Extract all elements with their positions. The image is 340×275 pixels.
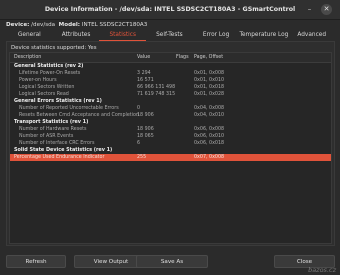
table-group-row[interactable]: General Errors Statistics (rev 1) xyxy=(10,98,331,105)
close-window-icon[interactable]: ✕ xyxy=(321,4,332,15)
tab-error-log[interactable]: Error Log xyxy=(193,29,240,41)
cell-value: 18 906 xyxy=(137,113,154,118)
cell-description: Number of Interface CRC Errors xyxy=(19,141,95,146)
cell-value: 66 966 131 498 xyxy=(137,85,175,90)
cell-description: Power-on Hours xyxy=(19,78,57,83)
table-row[interactable]: Number of ASR Events 18 065 0x06, 0x010 xyxy=(10,133,331,140)
device-label: Device: xyxy=(6,22,30,28)
tab-temperature-log[interactable]: Temperature Log xyxy=(239,29,288,41)
tab-self-tests[interactable]: Self-Tests xyxy=(146,29,193,41)
minimize-icon[interactable]: – xyxy=(304,4,315,15)
column-offset[interactable]: Page, Offset xyxy=(194,53,254,62)
cell-description: Logical Sectors Written xyxy=(19,85,75,90)
cell-description: General Errors Statistics (rev 1) xyxy=(14,98,102,104)
table-row[interactable]: Power-on Hours 16 571 0x01, 0x010 xyxy=(10,77,331,84)
cell-value: 0 xyxy=(137,106,141,111)
cell-value: 3 294 xyxy=(137,71,151,76)
table-body: General Statistics (rev 2) Lifetime Power… xyxy=(10,63,331,161)
cell-value: 6 xyxy=(137,141,141,146)
cell-offset: 0x06, 0x008 xyxy=(194,127,225,132)
cell-offset: 0x01, 0x010 xyxy=(194,78,225,83)
tab-bar: General Attributes Statistics Self-Tests… xyxy=(6,29,335,41)
table-row[interactable]: Logical Sectors Written 66 966 131 498 0x0… xyxy=(10,84,331,91)
statistics-table[interactable]: Description Value Flags Page, Offset Gen… xyxy=(9,52,332,244)
cell-offset: 0x01, 0x018 xyxy=(194,85,225,90)
table-row[interactable]: Lifetime Power-On Resets 3 294 0x01, 0x008 xyxy=(10,70,331,77)
refresh-button[interactable]: Refresh xyxy=(6,255,66,268)
table-row[interactable]: Resets Between Cmd Acceptance and Comple… xyxy=(10,112,331,119)
table-header: Description Value Flags Page, Offset xyxy=(10,53,331,63)
model-label: Model: xyxy=(58,22,81,28)
cell-description: Number of Hardware Resets xyxy=(19,127,87,132)
table-row[interactable]: Logical Sectors Read 71 619 748 315 0x01, … xyxy=(10,91,331,98)
tab-general[interactable]: General xyxy=(6,29,53,41)
cell-value: 71 619 748 315 xyxy=(137,92,175,97)
title-bar: Device Information - /dev/sda: INTEL SSD… xyxy=(0,0,340,20)
cell-description: Percentage Used Endurance Indicator xyxy=(14,155,105,160)
cell-value: 18 906 xyxy=(137,127,154,132)
cell-description: Number of Reported Uncorrectable Errors xyxy=(19,106,119,111)
column-value[interactable]: Value xyxy=(137,53,175,62)
column-description[interactable]: Description xyxy=(14,53,136,62)
statistics-supported-text: Device statistics supported: Yes xyxy=(11,45,97,51)
table-group-row[interactable]: General Statistics (rev 2) xyxy=(10,63,331,70)
cell-description: Lifetime Power-On Resets xyxy=(19,71,81,76)
device-information-window: Device Information - /dev/sda: INTEL SSD… xyxy=(0,0,340,275)
cell-offset: 0x07, 0x008 xyxy=(194,155,225,160)
table-row-selected[interactable]: Percentage Used Endurance Indicator 255 0x… xyxy=(10,154,331,161)
cell-offset: 0x06, 0x018 xyxy=(194,141,225,146)
tab-advanced[interactable]: Advanced xyxy=(288,29,335,41)
cell-value: 255 xyxy=(137,155,147,160)
device-value: /dev/sda xyxy=(31,22,56,28)
watermark-text: bazos.cz xyxy=(308,266,336,274)
table-row[interactable]: Number of Reported Uncorrectable Errors 0… xyxy=(10,105,331,112)
cell-offset: 0x01, 0x008 xyxy=(194,71,225,76)
save-as-button[interactable]: Save As xyxy=(136,255,208,268)
cell-description: Number of ASR Events xyxy=(19,134,74,139)
cell-offset: 0x04, 0x010 xyxy=(194,113,225,118)
cell-value: 16 571 xyxy=(137,78,154,83)
column-flags[interactable]: Flags xyxy=(176,53,192,62)
button-bar: Refresh View Output Save As Close xyxy=(6,255,335,269)
tab-attributes[interactable]: Attributes xyxy=(53,29,100,41)
model-value: INTEL SSDSC2CT180A3 xyxy=(81,22,148,28)
statistics-panel: Device statistics supported: Yes Descrip… xyxy=(6,41,335,246)
cell-offset: 0x06, 0x010 xyxy=(194,134,225,139)
table-row[interactable]: Number of Hardware Resets 18 906 0x06, 0x0… xyxy=(10,126,331,133)
table-row[interactable]: Number of Interface CRC Errors 6 0x06, 0x0… xyxy=(10,140,331,147)
cell-description: General Statistics (rev 2) xyxy=(14,63,84,69)
cell-description: Logical Sectors Read xyxy=(19,92,69,97)
window-title: Device Information - /dev/sda: INTEL SSD… xyxy=(44,6,296,13)
tab-statistics[interactable]: Statistics xyxy=(99,29,147,41)
cell-offset: 0x04, 0x008 xyxy=(194,106,225,111)
cell-value: 18 065 xyxy=(137,134,154,139)
cell-offset: 0x01, 0x028 xyxy=(194,92,225,97)
cell-description: Transport Statistics (rev 1) xyxy=(14,119,89,125)
table-group-row[interactable]: Solid State Device Statistics (rev 1) xyxy=(10,147,331,154)
cell-description: Resets Between Cmd Acceptance and Comple… xyxy=(19,113,139,118)
table-group-row[interactable]: Transport Statistics (rev 1) xyxy=(10,119,331,126)
cell-description: Solid State Device Statistics (rev 1) xyxy=(14,147,113,153)
